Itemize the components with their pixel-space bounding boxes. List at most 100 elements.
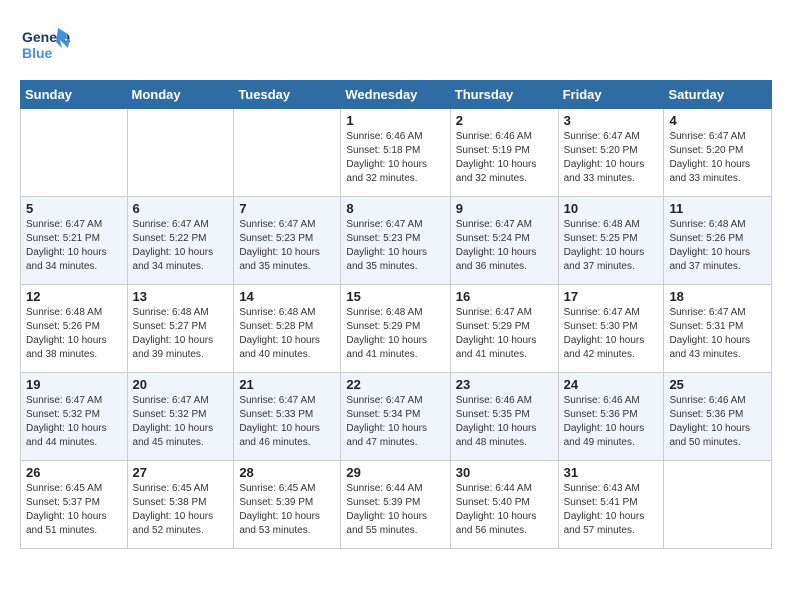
day-number: 23 <box>456 377 553 392</box>
calendar-cell: 11 Sunrise: 6:48 AM Sunset: 5:26 PM Dayli… <box>664 197 772 285</box>
calendar-cell: 26Sunrise: 6:45 AM Sunset: 5:37 PM Dayli… <box>21 461 128 549</box>
logo: General Blue <box>20 20 70 70</box>
day-number: 8 <box>346 201 444 216</box>
day-info: Sunrise: 6:47 AM Sunset: 5:24 PM Dayligh… <box>456 218 553 274</box>
day-info: Sunrise: 6:47 AM Sunset: 5:30 PM Dayligh… <box>564 306 659 362</box>
calendar-cell: 27 Sunrise: 6:45 AM Sunset: 5:38 PM Dayli… <box>127 461 234 549</box>
calendar-cell: 8 Sunrise: 6:47 AM Sunset: 5:23 PM Daylig… <box>341 197 450 285</box>
calendar-cell: 9 Sunrise: 6:47 AM Sunset: 5:24 PM Daylig… <box>450 197 558 285</box>
calendar-cell: 29 Sunrise: 6:44 AM Sunset: 5:39 PM Dayli… <box>341 461 450 549</box>
calendar-cell: 10Sunrise: 6:48 AM Sunset: 5:25 PM Dayli… <box>558 197 664 285</box>
calendar-cell: 1 Sunrise: 6:46 AM Sunset: 5:18 PM Daylig… <box>341 109 450 197</box>
calendar-header-row: SundayMondayTuesdayWednesdayThursdayFrid… <box>21 81 772 109</box>
calendar-cell <box>664 461 772 549</box>
day-number: 11 <box>669 201 766 216</box>
calendar-cell <box>127 109 234 197</box>
column-header-monday: Monday <box>127 81 234 109</box>
page-header: General Blue <box>20 20 772 70</box>
calendar-cell: 17 Sunrise: 6:47 AM Sunset: 5:30 PM Dayli… <box>558 285 664 373</box>
day-number: 6 <box>133 201 229 216</box>
day-number: 24 <box>564 377 659 392</box>
calendar-table: SundayMondayTuesdayWednesdayThursdayFrid… <box>20 80 772 549</box>
calendar-cell: 20Sunrise: 6:47 AM Sunset: 5:32 PM Dayli… <box>127 373 234 461</box>
calendar-cell: 15Sunrise: 6:48 AM Sunset: 5:29 PM Dayli… <box>341 285 450 373</box>
column-header-saturday: Saturday <box>664 81 772 109</box>
day-number: 22 <box>346 377 444 392</box>
day-number: 31 <box>564 465 659 480</box>
column-header-tuesday: Tuesday <box>234 81 341 109</box>
calendar-cell: 31 Sunrise: 6:43 AM Sunset: 5:41 PM Dayli… <box>558 461 664 549</box>
day-info: Sunrise: 6:44 AM Sunset: 5:39 PM Dayligh… <box>346 482 444 538</box>
day-info: Sunrise: 6:43 AM Sunset: 5:41 PM Dayligh… <box>564 482 659 538</box>
day-number: 17 <box>564 289 659 304</box>
calendar-cell: 5 Sunrise: 6:47 AM Sunset: 5:21 PM Daylig… <box>21 197 128 285</box>
day-info: Sunrise: 6:46 AM Sunset: 5:36 PM Dayligh… <box>564 394 659 450</box>
day-number: 29 <box>346 465 444 480</box>
calendar-week-row: 1 Sunrise: 6:46 AM Sunset: 5:18 PM Daylig… <box>21 109 772 197</box>
day-number: 27 <box>133 465 229 480</box>
calendar-cell: 23 Sunrise: 6:46 AM Sunset: 5:35 PM Dayli… <box>450 373 558 461</box>
day-info: Sunrise: 6:47 AM Sunset: 5:31 PM Dayligh… <box>669 306 766 362</box>
day-info: Sunrise: 6:47 AM Sunset: 5:21 PM Dayligh… <box>26 218 122 274</box>
day-number: 18 <box>669 289 766 304</box>
day-info: Sunrise: 6:47 AM Sunset: 5:22 PM Dayligh… <box>133 218 229 274</box>
day-number: 7 <box>239 201 335 216</box>
calendar-cell: 19 Sunrise: 6:47 AM Sunset: 5:32 PM Dayli… <box>21 373 128 461</box>
calendar-cell: 7Sunrise: 6:47 AM Sunset: 5:23 PM Daylig… <box>234 197 341 285</box>
day-info: Sunrise: 6:48 AM Sunset: 5:26 PM Dayligh… <box>669 218 766 274</box>
calendar-cell: 6 Sunrise: 6:47 AM Sunset: 5:22 PM Daylig… <box>127 197 234 285</box>
day-info: Sunrise: 6:46 AM Sunset: 5:18 PM Dayligh… <box>346 130 444 186</box>
day-number: 13 <box>133 289 229 304</box>
day-info: Sunrise: 6:47 AM Sunset: 5:23 PM Dayligh… <box>346 218 444 274</box>
calendar-week-row: 26Sunrise: 6:45 AM Sunset: 5:37 PM Dayli… <box>21 461 772 549</box>
day-number: 9 <box>456 201 553 216</box>
day-number: 19 <box>26 377 122 392</box>
column-header-thursday: Thursday <box>450 81 558 109</box>
day-number: 25 <box>669 377 766 392</box>
day-info: Sunrise: 6:47 AM Sunset: 5:29 PM Dayligh… <box>456 306 553 362</box>
day-number: 21 <box>239 377 335 392</box>
day-info: Sunrise: 6:48 AM Sunset: 5:27 PM Dayligh… <box>133 306 229 362</box>
day-number: 26 <box>26 465 122 480</box>
calendar-cell: 4 Sunrise: 6:47 AM Sunset: 5:20 PM Daylig… <box>664 109 772 197</box>
calendar-cell: 25 Sunrise: 6:46 AM Sunset: 5:36 PM Dayli… <box>664 373 772 461</box>
calendar-cell: 22 Sunrise: 6:47 AM Sunset: 5:34 PM Dayli… <box>341 373 450 461</box>
day-info: Sunrise: 6:46 AM Sunset: 5:19 PM Dayligh… <box>456 130 553 186</box>
day-info: Sunrise: 6:47 AM Sunset: 5:33 PM Dayligh… <box>239 394 335 450</box>
calendar-cell: 28Sunrise: 6:45 AM Sunset: 5:39 PM Dayli… <box>234 461 341 549</box>
day-number: 30 <box>456 465 553 480</box>
day-info: Sunrise: 6:47 AM Sunset: 5:20 PM Dayligh… <box>669 130 766 186</box>
calendar-cell: 24 Sunrise: 6:46 AM Sunset: 5:36 PM Dayli… <box>558 373 664 461</box>
day-info: Sunrise: 6:47 AM Sunset: 5:20 PM Dayligh… <box>564 130 659 186</box>
day-number: 14 <box>239 289 335 304</box>
day-info: Sunrise: 6:48 AM Sunset: 5:29 PM Dayligh… <box>346 306 444 362</box>
column-header-wednesday: Wednesday <box>341 81 450 109</box>
day-number: 1 <box>346 113 444 128</box>
calendar-cell: 16 Sunrise: 6:47 AM Sunset: 5:29 PM Dayli… <box>450 285 558 373</box>
day-info: Sunrise: 6:46 AM Sunset: 5:36 PM Dayligh… <box>669 394 766 450</box>
day-info: Sunrise: 6:47 AM Sunset: 5:32 PM Dayligh… <box>26 394 122 450</box>
day-info: Sunrise: 6:48 AM Sunset: 5:25 PM Dayligh… <box>564 218 659 274</box>
logo-icon: General Blue <box>20 20 70 70</box>
day-number: 4 <box>669 113 766 128</box>
calendar-cell: 30Sunrise: 6:44 AM Sunset: 5:40 PM Dayli… <box>450 461 558 549</box>
calendar-cell <box>21 109 128 197</box>
day-info: Sunrise: 6:48 AM Sunset: 5:28 PM Dayligh… <box>239 306 335 362</box>
day-number: 2 <box>456 113 553 128</box>
day-number: 12 <box>26 289 122 304</box>
day-info: Sunrise: 6:45 AM Sunset: 5:38 PM Dayligh… <box>133 482 229 538</box>
day-number: 16 <box>456 289 553 304</box>
calendar-week-row: 19 Sunrise: 6:47 AM Sunset: 5:32 PM Dayli… <box>21 373 772 461</box>
day-number: 20 <box>133 377 229 392</box>
calendar-cell: 21 Sunrise: 6:47 AM Sunset: 5:33 PM Dayli… <box>234 373 341 461</box>
day-info: Sunrise: 6:47 AM Sunset: 5:34 PM Dayligh… <box>346 394 444 450</box>
calendar-cell: 13 Sunrise: 6:48 AM Sunset: 5:27 PM Dayli… <box>127 285 234 373</box>
calendar-week-row: 12 Sunrise: 6:48 AM Sunset: 5:26 PM Dayli… <box>21 285 772 373</box>
day-info: Sunrise: 6:46 AM Sunset: 5:35 PM Dayligh… <box>456 394 553 450</box>
calendar-cell: 14 Sunrise: 6:48 AM Sunset: 5:28 PM Dayli… <box>234 285 341 373</box>
column-header-friday: Friday <box>558 81 664 109</box>
calendar-cell: 12 Sunrise: 6:48 AM Sunset: 5:26 PM Dayli… <box>21 285 128 373</box>
day-info: Sunrise: 6:48 AM Sunset: 5:26 PM Dayligh… <box>26 306 122 362</box>
day-number: 5 <box>26 201 122 216</box>
column-header-sunday: Sunday <box>21 81 128 109</box>
